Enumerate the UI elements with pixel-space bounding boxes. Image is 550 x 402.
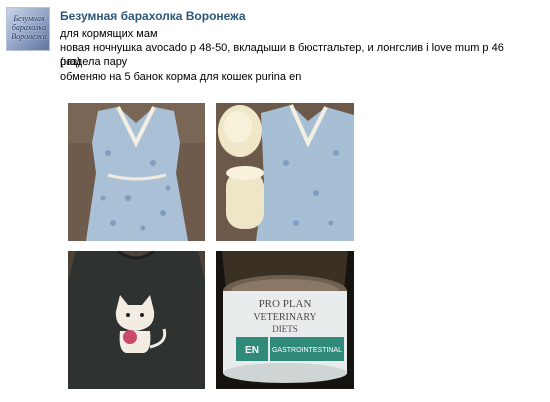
can-diet-text: GASTROINTESTINAL (272, 347, 342, 354)
can-line2-text: DIETS (272, 324, 298, 334)
post-text-line: для кормящих мам (60, 28, 158, 40)
can-code-text: EN (245, 345, 259, 356)
avatar-logo-text: Безумная барахолка Воронежа (11, 14, 47, 41)
cat-food-can-photo[interactable]: PRO PLAN VETERINARY DIETS EN GASTROINTES… (216, 251, 354, 389)
post-text-line: обменяю на 5 банок корма для кошек purin… (60, 71, 302, 83)
nightgown-photo[interactable] (68, 103, 205, 241)
can-brand-text: PRO PLAN (259, 298, 312, 310)
nightgown-and-pads-photo[interactable] (216, 103, 354, 241)
post-text-line: раз) (60, 56, 81, 68)
can-line1-text: VETERINARY (253, 312, 316, 323)
group-name-link[interactable]: Безумная барахолка Воронежа (60, 9, 246, 23)
group-avatar[interactable]: Безумная барахолка Воронежа (6, 7, 50, 51)
longsleeve-cat-photo[interactable] (68, 251, 205, 389)
